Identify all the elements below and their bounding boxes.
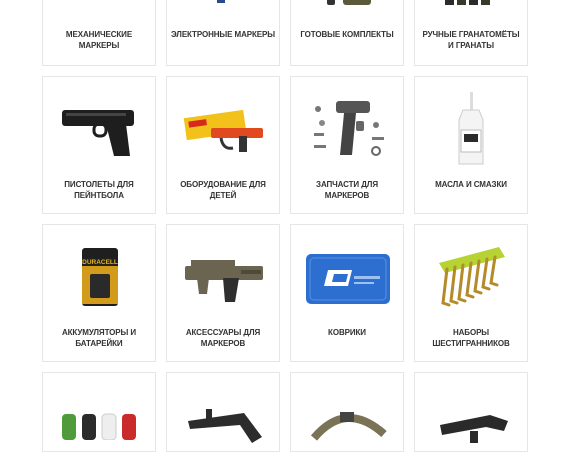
category-card-batteries[interactable]: DURACELL АККУМУЛЯТОРЫ И БАТАРЕЙКИ [42, 224, 156, 362]
category-label: ЭЛЕКТРОННЫЕ МАРКЕРЫ [171, 30, 275, 39]
stock-image [179, 401, 269, 445]
category-label: АКСЕССУАРЫ ДЛЯ МАРКЕРОВ [185, 328, 261, 348]
category-card-stocks[interactable] [166, 372, 280, 452]
category-card-hex-keys[interactable]: НАБОРЫ ШЕСТИГРАННИКОВ [414, 224, 528, 362]
category-card-mechanical-markers[interactable]: МЕХАНИЧЕСКИЕ МАРКЕРЫ [42, 0, 156, 66]
category-card-oils[interactable]: МАСЛА И СМАЗКИ [414, 76, 528, 214]
category-card-mats[interactable]: КОВРИКИ [290, 224, 404, 362]
category-label: ОБОРУДОВАНИЕ ДЛЯ ДЕТЕЙ [180, 180, 266, 200]
battery-brand-text: DURACELL [82, 259, 118, 266]
category-card-marker-parts[interactable]: ЗАПЧАСТИ ДЛЯ МАРКЕРОВ [290, 76, 404, 214]
category-row: ПИСТОЛЕТЫ ДЛЯ ПЕЙНТБОЛА ОБОРУДОВАНИЕ ДЛЯ… [42, 76, 529, 214]
marker-parts-image [303, 91, 393, 169]
marker-accessories-image [179, 239, 269, 317]
category-card-barrels[interactable] [414, 372, 528, 452]
grips-image [55, 403, 145, 443]
category-card-marker-accessories[interactable]: АКСЕССУАРЫ ДЛЯ МАРКЕРОВ [166, 224, 280, 362]
category-label: КОВРИКИ [328, 328, 366, 337]
category-label: МАСЛА И СМАЗКИ [435, 180, 507, 189]
electronic-marker-image [179, 0, 269, 17]
oil-bottle-image [427, 91, 517, 169]
hex-key-set-image [427, 239, 517, 317]
barrel-image [427, 401, 517, 445]
category-card-pistols[interactable]: ПИСТОЛЕТЫ ДЛЯ ПЕЙНТБОЛА [42, 76, 156, 214]
category-label: ГОТОВЫЕ КОМПЛЕКТЫ [300, 30, 394, 39]
ready-kit-image [303, 0, 393, 17]
category-row: МЕХАНИЧЕСКИЕ МАРКЕРЫ ЭЛЕКТРОННЫЕ МАРКЕРЫ… [42, 0, 529, 66]
category-row: DURACELL АККУМУЛЯТОРЫ И БАТАРЕЙКИ АКСЕСС… [42, 224, 529, 362]
battery-image: DURACELL [55, 239, 145, 317]
category-label: АККУМУЛЯТОРЫ И БАТАРЕЙКИ [61, 328, 137, 348]
paintball-pistol-image [55, 91, 145, 169]
category-label: РУЧНЫЕ ГРАНАТОМЁТЫ И ГРАНАТЫ [422, 30, 520, 50]
category-label: ЗАПЧАСТИ ДЛЯ МАРКЕРОВ [316, 180, 378, 200]
mat-image [303, 239, 393, 317]
category-label: НАБОРЫ ШЕСТИГРАННИКОВ [432, 328, 510, 348]
category-card-grenades[interactable]: РУЧНЫЕ ГРАНАТОМЁТЫ И ГРАНАТЫ [414, 0, 528, 66]
category-label: ПИСТОЛЕТЫ ДЛЯ ПЕЙНТБОЛА [64, 180, 134, 200]
mechanical-marker-image [55, 0, 145, 17]
category-card-ready-kits[interactable]: ГОТОВЫЕ КОМПЛЕКТЫ [290, 0, 404, 66]
kids-equipment-image [179, 91, 269, 169]
category-card-kids-equipment[interactable]: ОБОРУДОВАНИЕ ДЛЯ ДЕТЕЙ [166, 76, 280, 214]
category-label: МЕХАНИЧЕСКИЕ МАРКЕРЫ [65, 30, 133, 50]
category-row [42, 372, 529, 452]
grenade-launcher-image [427, 0, 517, 17]
category-card-grips[interactable] [42, 372, 156, 452]
sling-image [303, 397, 393, 447]
category-card-slings[interactable] [290, 372, 404, 452]
category-card-electronic-markers[interactable]: ЭЛЕКТРОННЫЕ МАРКЕРЫ [166, 0, 280, 66]
category-grid: МЕХАНИЧЕСКИЕ МАРКЕРЫ ЭЛЕКТРОННЫЕ МАРКЕРЫ… [42, 0, 529, 462]
